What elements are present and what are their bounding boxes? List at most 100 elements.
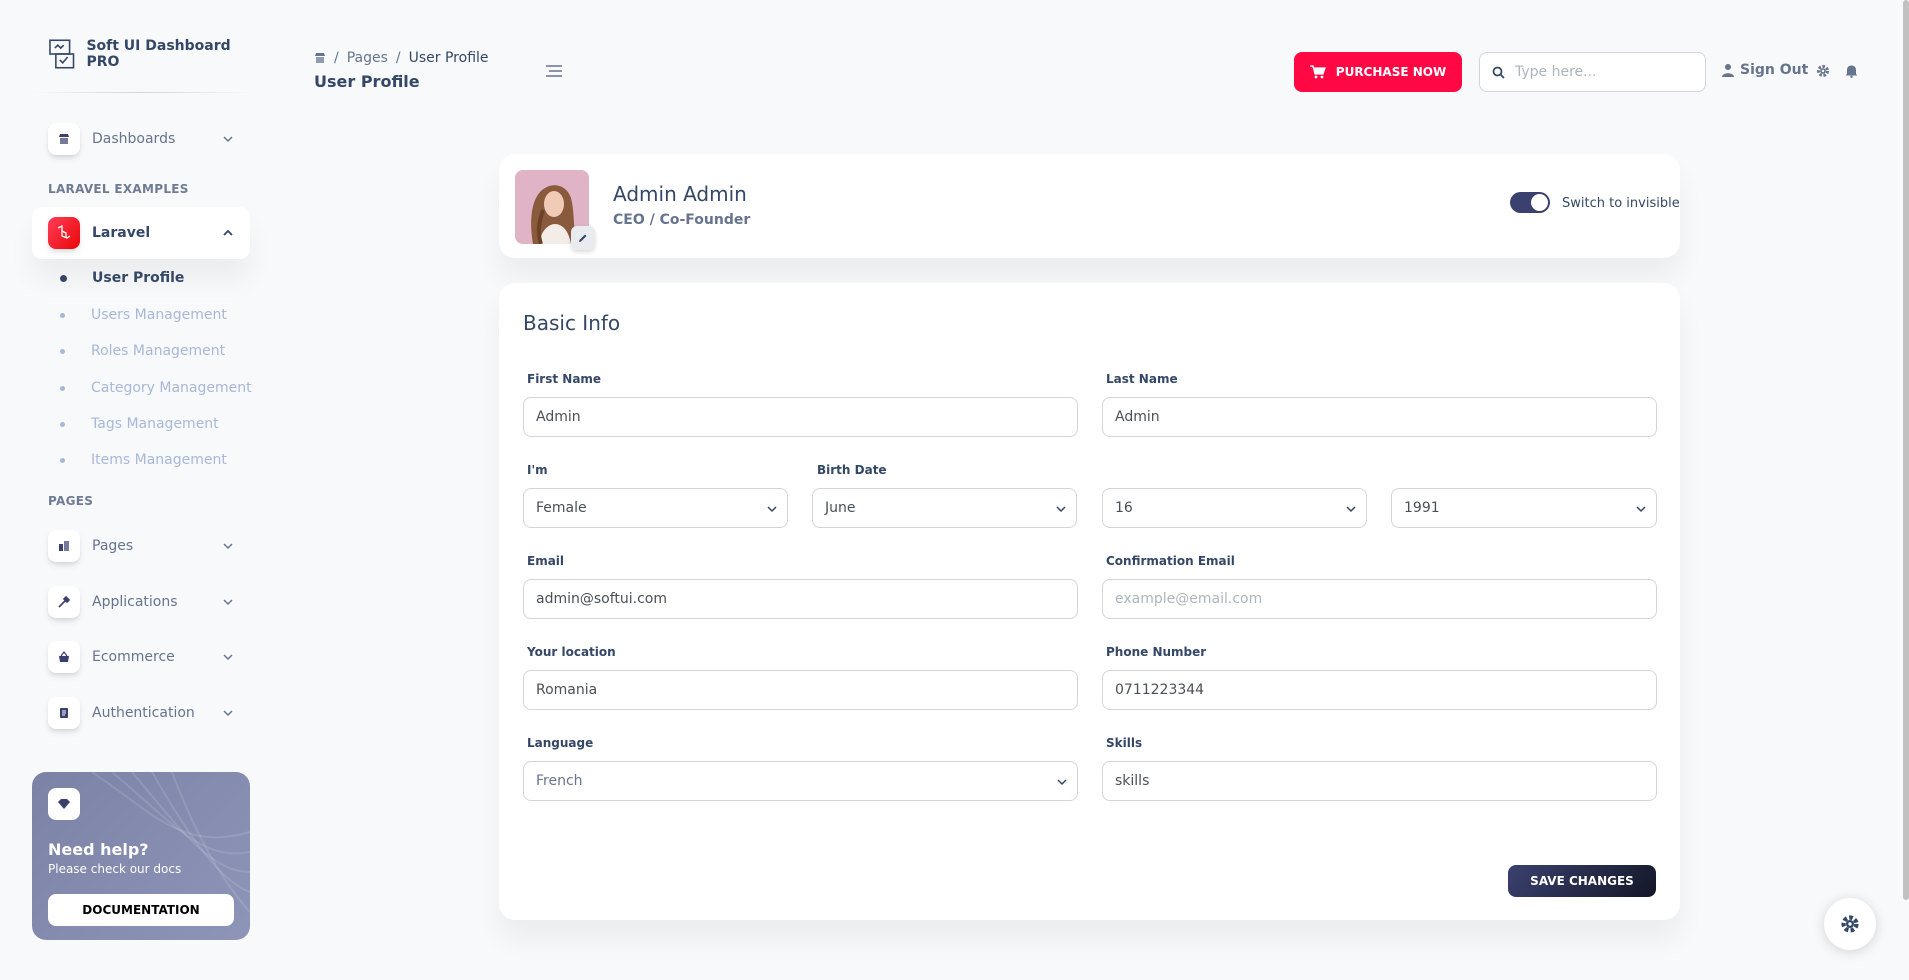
language-select[interactable]: French <box>523 761 1078 801</box>
chevron-down-icon <box>223 543 233 550</box>
bullet-icon <box>60 274 67 282</box>
office-icon <box>48 530 80 562</box>
chevron-down-icon <box>223 710 233 717</box>
search-input[interactable] <box>1515 64 1685 80</box>
sidebar-item-pages[interactable]: Pages <box>32 520 250 572</box>
documentation-button[interactable]: DOCUMENTATION <box>48 894 234 926</box>
birth-year-value: 1991 <box>1404 500 1440 516</box>
chevron-up-icon <box>223 229 233 236</box>
profile-card: Admin Admin CEO / Co-Founder Switch to i… <box>499 154 1680 258</box>
sidebar-item-label: Pages <box>92 538 134 554</box>
help-card: Need help? Please check our docs DOCUMEN… <box>32 772 250 940</box>
first-name-label: First Name <box>527 372 602 386</box>
settings-fab[interactable] <box>1824 898 1876 950</box>
sub-item-roles-management[interactable]: Roles Management <box>60 343 225 359</box>
sub-item-items-management[interactable]: Items Management <box>60 452 227 468</box>
sidebar-divider <box>30 92 254 93</box>
chevron-down-icon <box>1056 506 1066 513</box>
gender-select[interactable]: Female <box>523 488 788 528</box>
sidebar-item-ecommerce[interactable]: Ecommerce <box>32 631 250 683</box>
profile-role: CEO / Co-Founder <box>613 212 751 228</box>
birth-month-select[interactable]: June <box>812 488 1077 528</box>
toggle-label: Switch to invisible <box>1562 196 1680 211</box>
sub-item-category-management[interactable]: Category Management <box>60 380 252 396</box>
hamburger-icon[interactable] <box>545 64 563 78</box>
search-icon <box>1492 66 1505 79</box>
purchase-label: PURCHASE NOW <box>1335 65 1447 79</box>
language-label: Language <box>527 736 594 750</box>
tools-icon <box>48 586 80 618</box>
birth-year-select[interactable]: 1991 <box>1391 488 1657 528</box>
sidebar: Soft UI Dashboard PRO Dashboards LARAVEL… <box>0 0 265 980</box>
sign-out-link[interactable]: Sign Out <box>1722 62 1808 78</box>
sub-item-label: User Profile <box>92 270 185 286</box>
sidebar-item-applications[interactable]: Applications <box>32 576 250 628</box>
chevron-down-icon <box>223 599 233 606</box>
sidebar-item-label: Laravel <box>92 225 151 241</box>
basic-info-card: Basic Info First Name Admin Last Name Ad… <box>499 283 1680 920</box>
gender-value: Female <box>536 500 587 516</box>
sub-item-users-management[interactable]: Users Management <box>60 307 227 323</box>
confirm-email-field[interactable]: example@email.com <box>1102 579 1657 619</box>
brand[interactable]: Soft UI Dashboard PRO <box>48 38 265 70</box>
home-icon[interactable] <box>314 52 326 64</box>
header: / Pages / User Profile User Profile <box>314 50 489 91</box>
birth-date-label: Birth Date <box>817 463 887 477</box>
page-title: User Profile <box>314 72 420 91</box>
shop-icon <box>48 123 80 155</box>
user-icon <box>1722 64 1734 77</box>
birth-day-value: 16 <box>1115 500 1133 516</box>
sub-item-label: Users Management <box>91 307 227 323</box>
sub-item-label: Category Management <box>91 380 252 396</box>
phone-label: Phone Number <box>1106 645 1207 659</box>
profile-name: Admin Admin <box>613 182 747 206</box>
sub-item-label: Items Management <box>91 452 227 468</box>
sub-item-label: Tags Management <box>91 416 219 432</box>
document-icon <box>48 697 80 729</box>
breadcrumb-current: User Profile <box>408 50 489 66</box>
sign-out-label: Sign Out <box>1740 62 1809 78</box>
bell-icon[interactable] <box>1845 64 1858 78</box>
bullet-icon <box>60 421 65 427</box>
breadcrumb-separator: / <box>334 50 339 66</box>
gear-icon <box>1841 915 1859 933</box>
sidebar-item-label: Authentication <box>92 705 195 721</box>
chevron-down-icon <box>223 136 233 143</box>
gear-icon[interactable] <box>1816 64 1830 78</box>
first-name-input[interactable]: Admin <box>523 397 1078 437</box>
birth-day-select[interactable]: 16 <box>1102 488 1367 528</box>
scrollbar[interactable] <box>1903 0 1909 900</box>
section-title: Basic Info <box>523 311 621 335</box>
cart-icon <box>1309 65 1326 79</box>
gender-label: I'm <box>527 463 548 477</box>
sidebar-item-laravel[interactable]: Laravel <box>32 207 250 259</box>
pencil-icon <box>579 234 587 242</box>
invisible-toggle[interactable] <box>1510 192 1550 213</box>
location-input[interactable]: Romania <box>523 670 1078 710</box>
save-changes-button[interactable]: SAVE CHANGES <box>1508 865 1656 897</box>
skills-input[interactable]: skills <box>1102 761 1657 801</box>
sidebar-item-dashboards[interactable]: Dashboards <box>32 113 250 165</box>
purchase-button[interactable]: PURCHASE NOW <box>1294 52 1462 92</box>
sidebar-item-authentication[interactable]: Authentication <box>32 687 250 739</box>
chevron-down-icon <box>1057 779 1067 786</box>
sub-item-user-profile[interactable]: User Profile <box>60 270 184 286</box>
chevron-down-icon <box>1346 506 1356 513</box>
sidebar-item-label: Ecommerce <box>92 649 175 665</box>
chevron-down-icon <box>767 506 777 513</box>
diamond-icon <box>48 788 80 820</box>
logo-icon <box>49 39 75 69</box>
skills-label: Skills <box>1106 736 1143 750</box>
bullet-icon <box>60 312 65 318</box>
help-subtitle: Please check our docs <box>48 862 182 876</box>
phone-input[interactable]: 0711223344 <box>1102 670 1657 710</box>
email-label: Email <box>527 554 565 568</box>
sub-item-tags-management[interactable]: Tags Management <box>60 416 219 432</box>
chevron-down-icon <box>1636 506 1646 513</box>
sub-item-label: Roles Management <box>91 343 226 359</box>
breadcrumb-item[interactable]: Pages <box>347 50 388 66</box>
last-name-input[interactable]: Admin <box>1102 397 1657 437</box>
email-field[interactable]: admin@softui.com <box>523 579 1078 619</box>
edit-avatar-button[interactable] <box>571 226 595 250</box>
bullet-icon <box>60 385 65 391</box>
